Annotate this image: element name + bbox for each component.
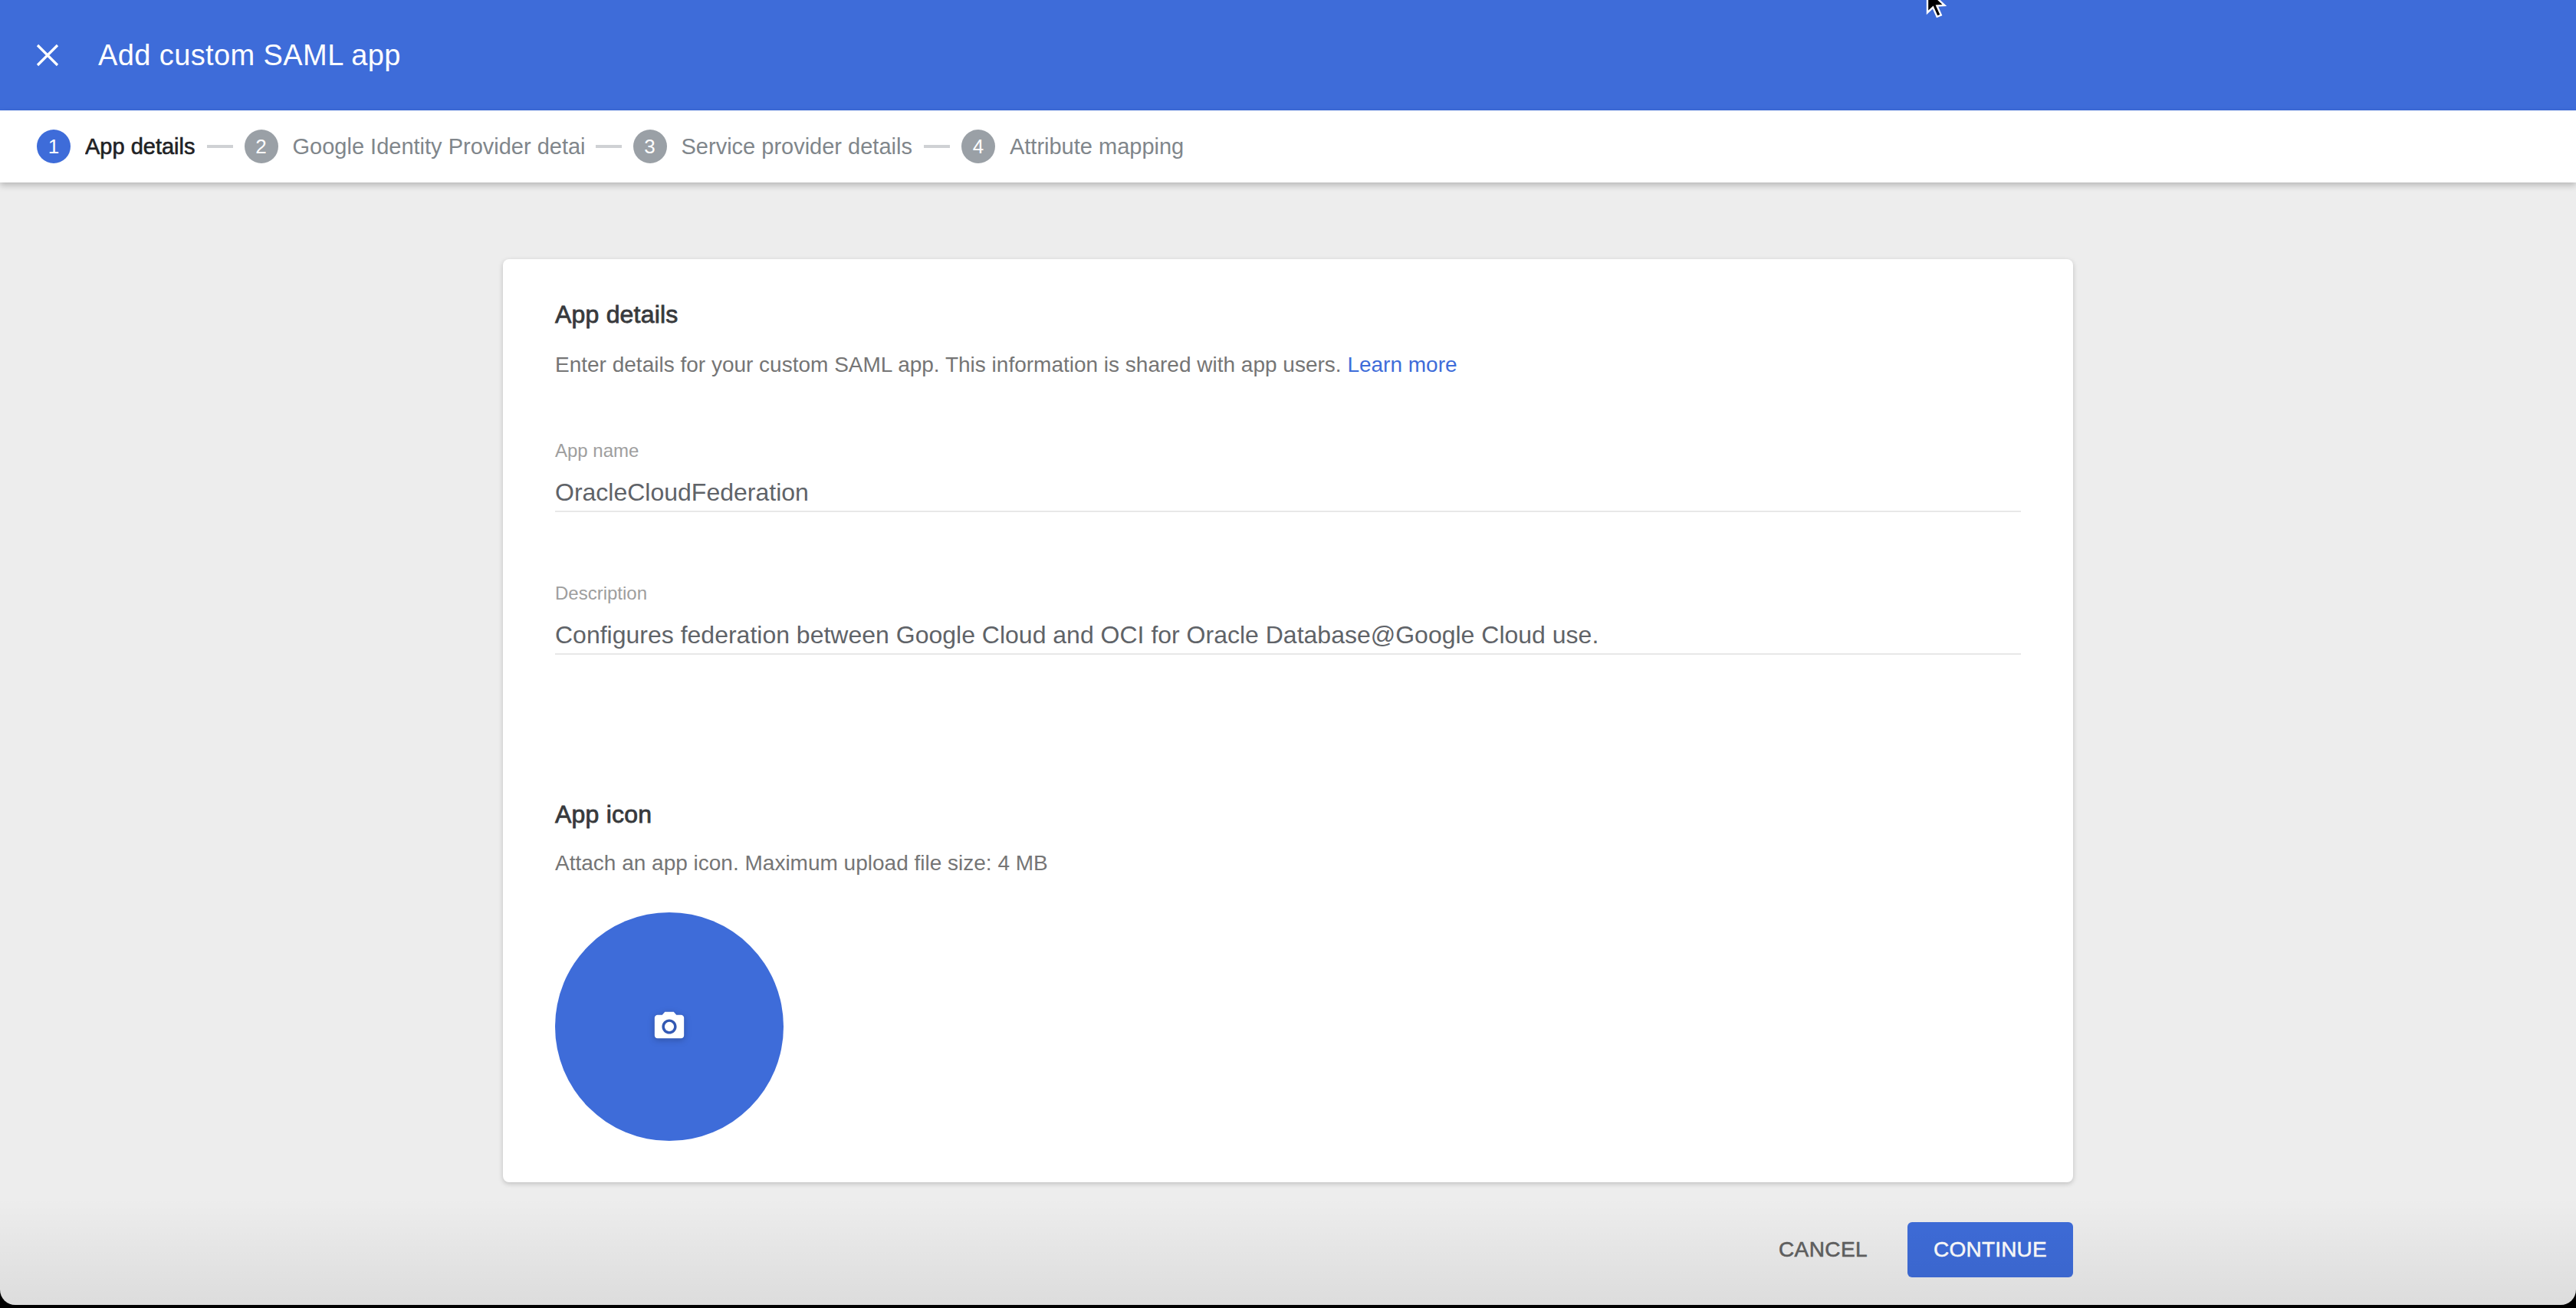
app-icon-upload-button[interactable]	[555, 912, 784, 1141]
description-field[interactable]: Description Configures federation betwee…	[555, 583, 2021, 655]
card-section-description: Enter details for your custom SAML app. …	[555, 350, 2021, 380]
step-2-circle: 2	[245, 130, 278, 163]
card-section-title: App details	[555, 299, 2021, 330]
step-attribute-mapping[interactable]: 4 Attribute mapping	[961, 130, 1184, 163]
step-3-label: Service provider details	[682, 134, 912, 159]
learn-more-link[interactable]: Learn more	[1347, 353, 1457, 376]
app-name-field[interactable]: App name OracleCloudFederation	[555, 440, 2021, 512]
dialog-title: Add custom SAML app	[98, 39, 401, 72]
step-1-label: App details	[85, 134, 196, 159]
description-label: Description	[555, 583, 2021, 604]
step-connector	[596, 145, 622, 148]
cancel-button[interactable]: CANCEL	[1779, 1237, 1868, 1262]
dialog-actions: CANCEL CONTINUE	[503, 1222, 2073, 1277]
step-connector	[924, 145, 950, 148]
camera-icon	[652, 1009, 687, 1044]
step-4-label: Attribute mapping	[1010, 134, 1184, 159]
description-input[interactable]: Configures federation between Google Clo…	[555, 618, 2021, 655]
step-app-details[interactable]: 1 App details	[37, 130, 196, 163]
step-3-circle: 3	[633, 130, 667, 163]
description-text: Enter details for your custom SAML app. …	[555, 353, 1342, 376]
app-icon-title: App icon	[555, 799, 2021, 830]
step-2-label: Google Identity Provider details	[293, 134, 584, 159]
app-icon-description: Attach an app icon. Maximum upload file …	[555, 848, 2021, 879]
mouse-cursor	[1926, 0, 1947, 20]
stepper: 1 App details 2 Google Identity Provider…	[0, 110, 2576, 182]
app-name-input[interactable]: OracleCloudFederation	[555, 475, 2021, 512]
step-google-idp-details[interactable]: 2 Google Identity Provider details	[245, 130, 584, 163]
close-button[interactable]	[35, 43, 60, 67]
app-name-label: App name	[555, 440, 2021, 462]
continue-button[interactable]: CONTINUE	[1907, 1222, 2073, 1277]
step-service-provider-details[interactable]: 3 Service provider details	[633, 130, 912, 163]
step-4-circle: 4	[961, 130, 995, 163]
app-details-card: App details Enter details for your custo…	[503, 259, 2073, 1182]
dialog-screen: Add custom SAML app 1 App details 2 Goog…	[0, 0, 2576, 1305]
dialog-header: Add custom SAML app	[0, 0, 2576, 110]
step-1-circle: 1	[37, 130, 71, 163]
close-icon	[35, 43, 60, 67]
step-connector	[207, 145, 233, 148]
